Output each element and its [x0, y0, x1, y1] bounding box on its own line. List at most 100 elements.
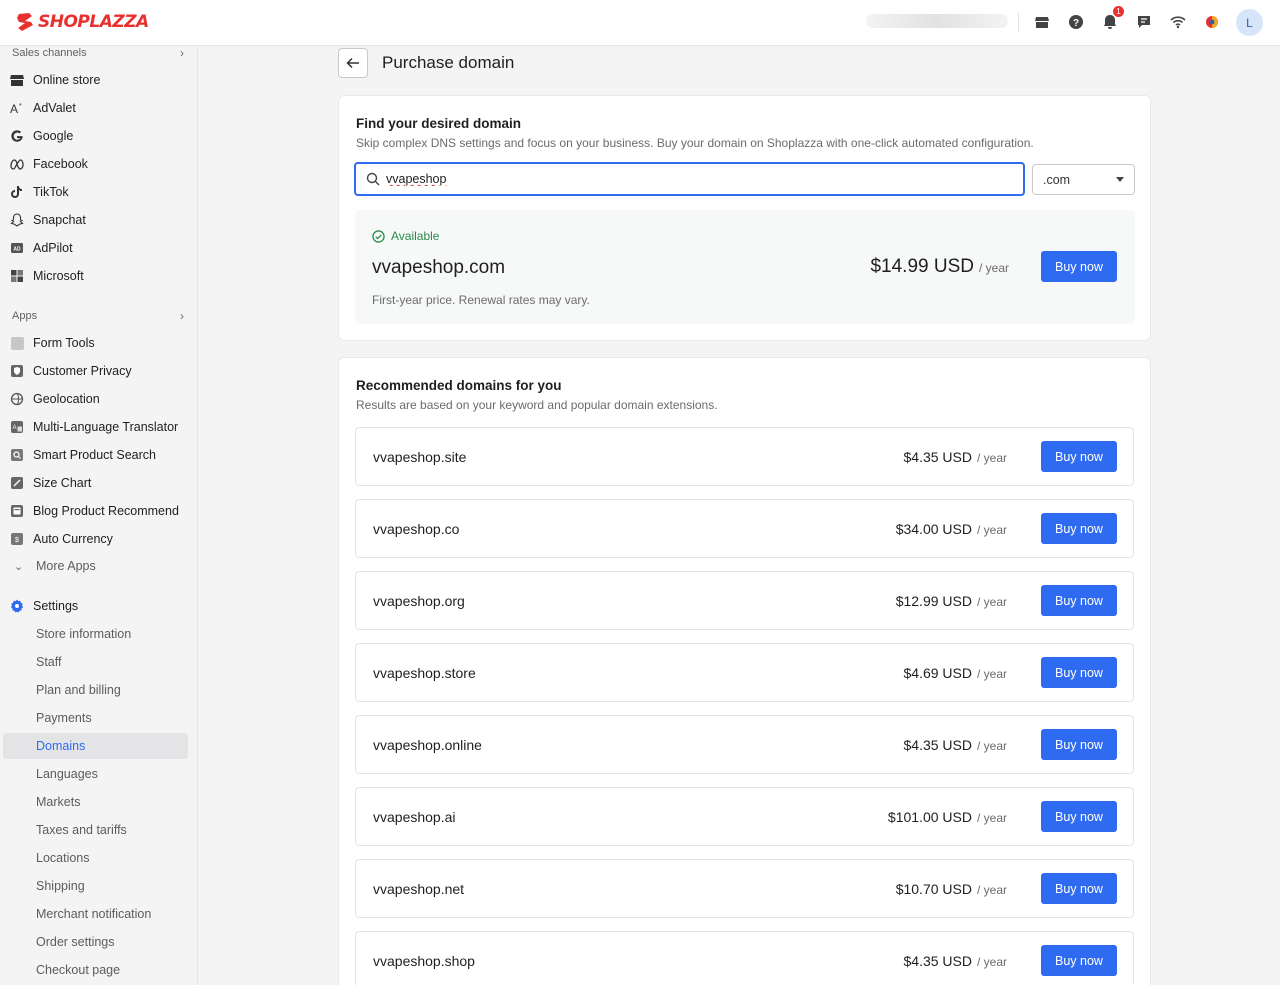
buy-now-button[interactable]: Buy now — [1041, 513, 1117, 544]
sidebar-item-settings[interactable]: Settings — [3, 593, 188, 619]
translate-icon: A — [10, 420, 24, 434]
sidebar-item-snapchat[interactable]: Snapchat — [3, 207, 188, 233]
sidebar-item-adpilot[interactable]: AD AdPilot — [3, 235, 188, 261]
brand-name: SHOPLAZZA — [38, 12, 149, 32]
snapchat-icon — [10, 213, 24, 227]
settings-item-languages[interactable]: Languages — [3, 761, 188, 787]
domain-name: vvapeshop.ai — [373, 809, 456, 825]
domain-price: $12.99 USD / year — [895, 593, 1007, 609]
currency-icon: $ — [10, 532, 24, 546]
buy-now-button[interactable]: Buy now — [1041, 585, 1117, 616]
adpilot-icon: AD — [10, 241, 24, 255]
settings-item-taxes-and-tariffs[interactable]: Taxes and tariffs — [3, 817, 188, 843]
caret-down-icon — [1116, 177, 1124, 182]
settings-item-order-settings[interactable]: Order settings — [3, 929, 188, 955]
sidebar-app-customer-privacy[interactable]: Customer Privacy — [3, 358, 188, 384]
top-bar: SHOPLAZZA ? 1 L — [0, 0, 1280, 46]
buy-now-button[interactable]: Buy now — [1041, 801, 1117, 832]
svg-text:A: A — [10, 102, 18, 115]
meta-icon — [10, 157, 24, 171]
svg-text:*: * — [19, 103, 22, 110]
domain-name: vvapeshop.co — [373, 521, 460, 537]
find-domain-title: Find your desired domain — [356, 116, 522, 131]
sidebar-item-facebook[interactable]: Facebook — [3, 151, 188, 177]
settings-item-merchant-notification[interactable]: Merchant notification — [3, 901, 188, 927]
sidebar-item-tiktok[interactable]: TikTok — [3, 179, 188, 205]
google-icon — [10, 129, 24, 143]
sidebar-app-form-tools[interactable]: Form Tools — [3, 330, 188, 356]
domain-name: vvapeshop.shop — [373, 953, 475, 969]
domain-name: vvapeshop.org — [373, 593, 465, 609]
sidebar-item-advalet[interactable]: A * AdValet — [3, 95, 188, 121]
settings-item-staff[interactable]: Staff — [3, 649, 188, 675]
shoplazza-logo[interactable]: SHOPLAZZA — [16, 12, 149, 32]
sidebar-item-google[interactable]: Google — [3, 123, 188, 149]
find-domain-card: Find your desired domain Skip complex DN… — [338, 95, 1151, 341]
available-domain-name: vvapeshop.com — [372, 257, 506, 278]
settings-item-store-information[interactable]: Store information — [3, 621, 188, 647]
sidebar-item-online-store[interactable]: Online store — [3, 67, 188, 93]
settings-item-markets[interactable]: Markets — [3, 789, 188, 815]
settings-item-payments[interactable]: Payments — [3, 705, 188, 731]
settings-item-shipping[interactable]: Shipping — [3, 873, 188, 899]
chat-icon[interactable] — [1132, 10, 1156, 34]
settings-item-domains[interactable]: Domains — [3, 733, 188, 759]
buy-now-button[interactable]: Buy now — [1041, 729, 1117, 760]
domain-price: $34.00 USD / year — [895, 521, 1007, 537]
sidebar-app-multi-language-translator[interactable]: A Multi-Language Translator — [3, 414, 188, 440]
buy-now-button[interactable]: Buy now — [1041, 657, 1117, 688]
page-title: Purchase domain — [382, 53, 515, 72]
page-header: Purchase domain — [338, 48, 514, 78]
apps-header[interactable]: Apps › — [12, 309, 184, 323]
help-icon[interactable]: ? — [1064, 10, 1088, 34]
ruler-icon — [10, 476, 24, 490]
buy-now-button[interactable]: Buy now — [1041, 251, 1117, 282]
domain-price: $101.00 USD / year — [887, 809, 1007, 825]
sidebar-app-size-chart[interactable]: Size Chart — [3, 470, 188, 496]
storefront-icon[interactable] — [1030, 10, 1054, 34]
svg-text:AD: AD — [13, 247, 21, 253]
tld-select[interactable]: .com — [1032, 164, 1135, 195]
settings-item-checkout-page[interactable]: Checkout page — [3, 957, 188, 983]
recommended-domain-row: vvapeshop.site $4.35 USD / year Buy now — [355, 427, 1134, 486]
sidebar-app-auto-currency[interactable]: $ Auto Currency — [3, 526, 188, 552]
recommended-domain-row: vvapeshop.store $4.69 USD / year Buy now — [355, 643, 1134, 702]
chevron-right-icon: › — [180, 46, 184, 60]
domain-name: vvapeshop.online — [373, 737, 482, 753]
recommended-domain-row: vvapeshop.co $34.00 USD / year Buy now — [355, 499, 1134, 558]
buy-now-button[interactable]: Buy now — [1041, 873, 1117, 904]
price-period: / year — [978, 261, 1009, 275]
more-apps-toggle[interactable]: ⌄ More Apps — [3, 553, 188, 579]
domain-search-input[interactable] — [386, 172, 986, 186]
buy-now-button[interactable]: Buy now — [1041, 945, 1117, 976]
arrow-left-icon — [346, 57, 359, 69]
form-tools-icon — [10, 336, 24, 350]
back-button[interactable] — [338, 48, 368, 78]
theme-icon[interactable] — [1200, 10, 1224, 34]
bell-icon[interactable]: 1 — [1098, 6, 1124, 34]
settings-item-locations[interactable]: Locations — [3, 845, 188, 871]
buy-now-button[interactable]: Buy now — [1041, 441, 1117, 472]
domain-search-field[interactable] — [354, 162, 1025, 196]
sidebar: Sales channels › Online store A * AdValet… — [0, 46, 198, 985]
domain-name: vvapeshop.store — [373, 665, 476, 681]
store-name-blurred[interactable] — [866, 14, 1008, 28]
sidebar-app-geolocation[interactable]: Geolocation — [3, 386, 188, 412]
renewal-note: First-year price. Renewal rates may vary… — [372, 293, 590, 307]
sidebar-app-blog-product-recommend[interactable]: Blog Product Recommend — [3, 498, 188, 524]
recommended-domain-row: vvapeshop.shop $4.35 USD / year Buy now — [355, 931, 1134, 985]
recommended-domain-row: vvapeshop.net $10.70 USD / year Buy now — [355, 859, 1134, 918]
settings-item-plan-and-billing[interactable]: Plan and billing — [3, 677, 188, 703]
sidebar-app-smart-product-search[interactable]: Smart Product Search — [3, 442, 188, 468]
sales-channels-header[interactable]: Sales channels › — [12, 46, 184, 60]
domain-price: $4.35 USD / year — [903, 449, 1008, 465]
user-avatar[interactable]: L — [1236, 9, 1263, 36]
apps-label: Apps — [12, 310, 38, 322]
chevron-right-icon: › — [180, 309, 184, 323]
globe-icon — [10, 392, 24, 406]
notification-badge: 1 — [1113, 6, 1124, 17]
sidebar-item-microsoft[interactable]: Microsoft — [3, 263, 188, 289]
wifi-icon[interactable] — [1166, 10, 1190, 34]
recommended-description: Results are based on your keyword and po… — [356, 398, 718, 412]
availability-result: Available vvapeshop.com $14.99 USD / yea… — [355, 210, 1135, 324]
